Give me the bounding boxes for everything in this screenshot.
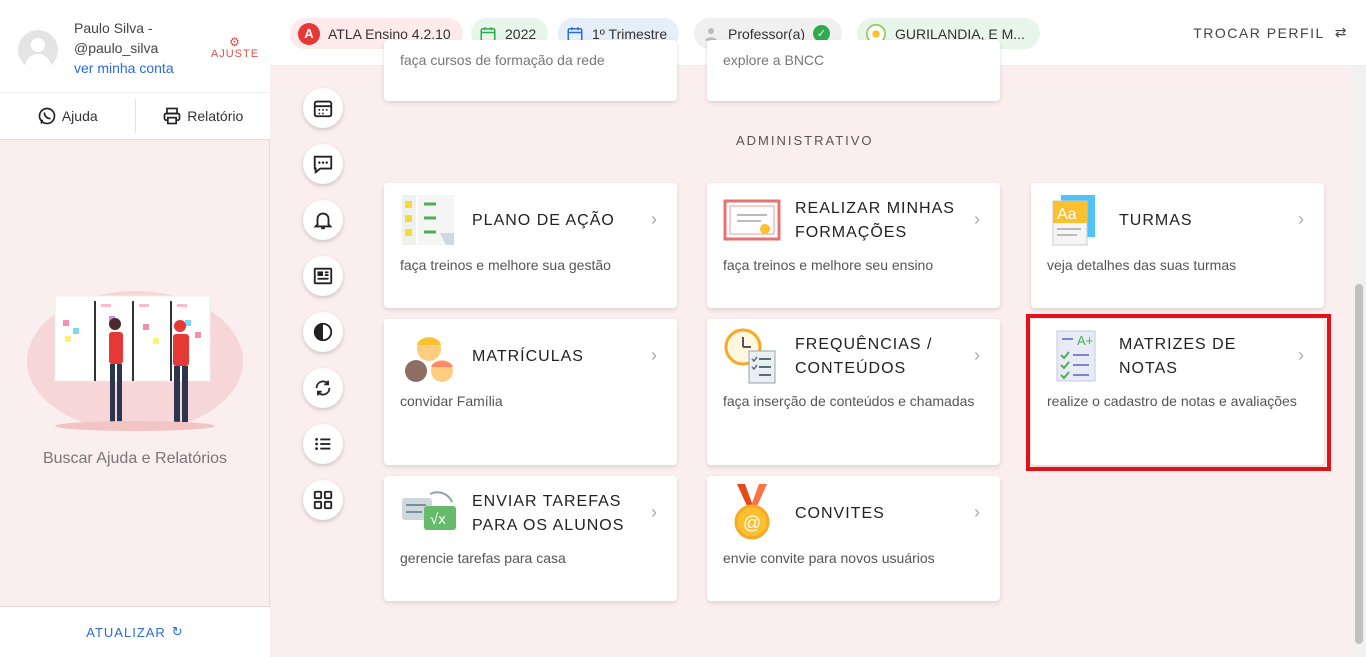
grid-icon[interactable] [303,480,343,520]
medal-invite-icon: @ [734,484,770,540]
card-bncc[interactable]: explore a BNCC [707,40,1000,101]
team-board-illustration [27,291,243,431]
card-title: REALIZAR MINHAS FORMAÇÕES [795,200,955,241]
printer-icon [163,107,181,125]
card-title: TURMAS [1119,212,1193,229]
chevron-right-icon: › [974,209,980,229]
refresh-icon: ↻ [171,624,184,639]
card-desc: gerencie tarefas para casa [400,550,566,566]
contrast-icon[interactable] [303,312,343,352]
report-button[interactable]: Relatório [136,93,271,139]
clock-list-icon [724,328,776,384]
svg-text:@: @ [743,513,761,533]
refresh-label: ATUALIZAR [86,624,166,640]
card-desc: faça cursos de formação da rede [400,52,605,68]
chevron-right-icon: › [651,502,657,522]
card-desc: faça treinos e melhore seu ensino [723,257,934,273]
sync-icon[interactable] [303,368,343,408]
chevron-right-icon: › [974,345,980,365]
svg-text:√x: √x [430,511,446,528]
whatsapp-icon [38,107,56,125]
card-formacao-rede[interactable]: faça cursos de formação da rede [384,40,677,101]
sidebar-actions: Ajuda Relatório [0,92,270,140]
card-title: FREQUÊNCIAS / CONTEÚDOS [795,336,933,377]
bell-icon[interactable] [303,200,343,240]
calendar-icon[interactable] [303,88,343,128]
card-realizar-formacoes[interactable]: REALIZAR MINHAS FORMAÇÕES › faça treinos… [707,183,1000,308]
card-desc: envie convite para novos usuários [723,550,935,566]
selection-highlight [1026,314,1331,471]
chat-icon[interactable] [303,144,343,184]
refresh-button[interactable]: ATUALIZAR ↻ [0,606,270,657]
card-title: MATRÍCULAS [472,348,584,365]
card-desc: faça inserção de conteúdos e chamadas [723,393,975,409]
newspaper-icon[interactable] [303,256,343,296]
help-label: Ajuda [61,108,98,124]
ajuste-button[interactable]: ⚙ AJUSTE [207,36,263,60]
atla-logo-icon: A [298,22,320,45]
list-icon[interactable] [303,424,343,464]
help-button[interactable]: Ajuda [0,93,135,139]
card-matriculas[interactable]: MATRÍCULAS › convidar Família [384,319,677,465]
scrollbar-thumb[interactable] [1355,284,1363,644]
card-title: PLANO DE AÇÃO [472,212,615,229]
font-book-icon: Aa [1052,195,1095,246]
card-convites[interactable]: @ CONVITES › envie convite para novos us… [707,476,1000,601]
swap-arrows-icon: ⇄ [1334,24,1348,40]
avatar[interactable] [18,30,58,70]
account-link[interactable]: ver minha conta [74,60,174,76]
ajuste-label: AJUSTE [210,48,260,60]
homework-icon: √x [402,491,456,530]
quick-icons-column [303,88,345,536]
chevron-right-icon: › [651,209,657,229]
svg-text:Aa: Aa [1057,206,1077,223]
card-enviar-tarefas[interactable]: √x ENVIAR TAREFAS PARA OS ALUNOS › geren… [384,476,677,601]
profile-panel: Paulo Silva - @paulo_silva ver minha con… [0,0,270,92]
switch-profile-button[interactable]: TROCAR PERFIL ⇄ [1193,24,1348,41]
help-caption: Buscar Ajuda e Relatórios [42,450,228,467]
section-title: ADMINISTRATIVO [736,133,874,148]
card-desc: veja detalhes das suas turmas [1047,257,1237,273]
card-frequencias-conteudos[interactable]: FREQUÊNCIAS / CONTEÚDOS › faça inserção … [707,319,1000,465]
chevron-right-icon: › [651,345,657,365]
sidebar: Paulo Silva - @paulo_silva ver minha con… [0,0,270,657]
card-title: ENVIAR TAREFAS PARA OS ALUNOS [472,493,625,534]
card-desc: convidar Família [400,393,503,409]
user-name: Paulo Silva - @paulo_silva [74,20,159,56]
checklist-icon [402,195,454,245]
card-desc: faça treinos e melhore sua gestão [400,257,611,273]
card-turmas[interactable]: Aa TURMAS › veja detalhes das suas turma… [1031,183,1324,308]
children-icon [405,337,453,382]
report-label: Relatório [187,108,244,124]
card-plano-de-acao[interactable]: PLANO DE AÇÃO › faça treinos e melhore s… [384,183,677,308]
chevron-right-icon: › [1298,209,1304,229]
certificate-icon [723,199,781,241]
chevron-right-icon: › [974,502,980,522]
scrollbar[interactable] [1352,66,1366,657]
gear-icon: ⚙ [229,35,241,49]
card-title: CONVITES [795,505,885,522]
switch-profile-label: TROCAR PERFIL [1193,24,1325,41]
card-desc: explore a BNCC [723,52,825,68]
